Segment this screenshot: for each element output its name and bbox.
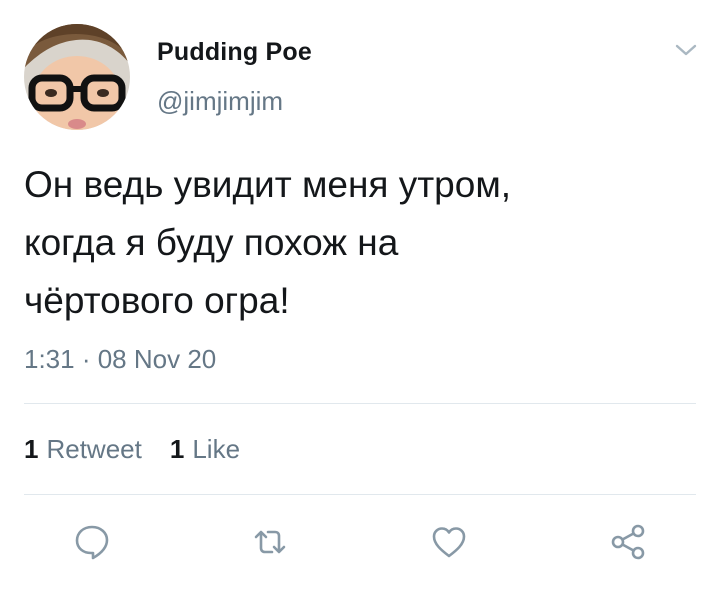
divider (24, 403, 696, 404)
retweets-label: Retweet (46, 434, 142, 464)
avatar[interactable] (24, 24, 130, 130)
retweets-count: 1 (24, 434, 39, 464)
tweet-text: Он ведь увидит меня утром, когда я буду … (24, 164, 512, 321)
speech-bubble-icon (75, 525, 109, 560)
avatar-photo (24, 24, 130, 130)
like-button[interactable] (429, 522, 469, 562)
likes-label: Like (192, 434, 241, 464)
retweet-icon (254, 530, 286, 554)
likes-count: 1 (169, 434, 185, 464)
heart-icon (432, 527, 466, 558)
tweet-timestamp: 1:31 · 08 Nov 20 (24, 344, 217, 374)
author-handle[interactable]: @jimjimjim (157, 86, 283, 117)
tweet-stats: 1 Retweet 1 Like (24, 434, 240, 465)
retweet-button[interactable] (250, 522, 290, 562)
divider (24, 494, 696, 495)
reply-button[interactable] (72, 522, 112, 562)
chevron-down-icon[interactable] (674, 40, 698, 60)
retweets-stat[interactable]: 1 Retweet (24, 434, 142, 465)
likes-stat[interactable]: 1 Like (170, 434, 240, 465)
share-button[interactable] (608, 522, 648, 562)
share-nodes-icon (611, 524, 645, 560)
author-display-name[interactable]: Pudding Poe (157, 38, 312, 67)
